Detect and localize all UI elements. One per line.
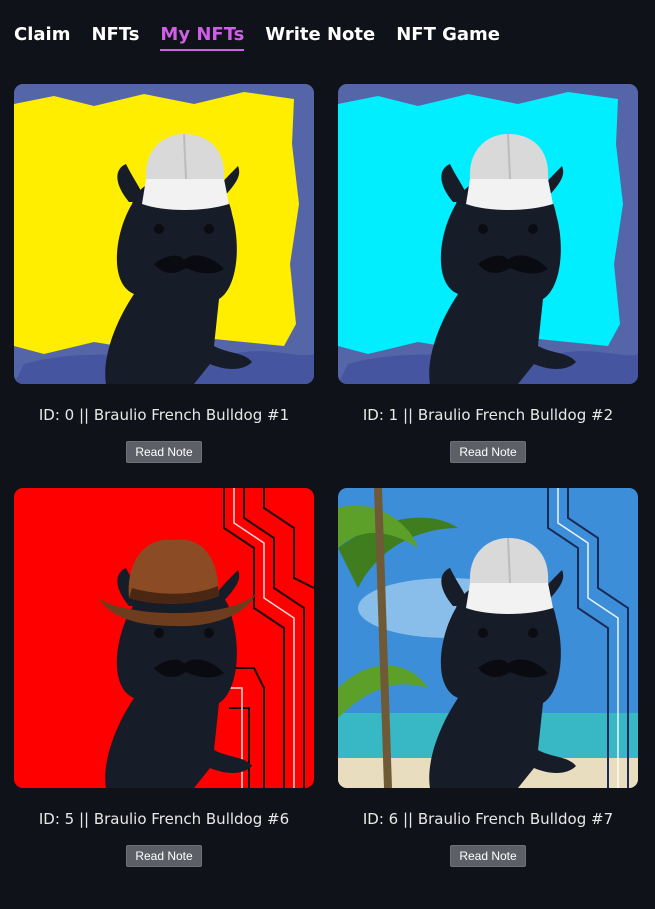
nav-nft-game[interactable]: NFT Game: [396, 22, 500, 48]
read-note-button[interactable]: Read Note: [450, 845, 526, 867]
nft-card: ID: 0 || Braulio French Bulldog #1 Read …: [14, 84, 314, 463]
nav-nfts[interactable]: NFTs: [91, 22, 139, 48]
nav-my-nfts[interactable]: My NFTs: [160, 22, 245, 51]
top-nav: Claim NFTs My NFTs Write Note NFT Game: [14, 22, 500, 51]
nft-image[interactable]: [338, 488, 638, 788]
read-note-button[interactable]: Read Note: [126, 845, 202, 867]
nft-caption: ID: 6 || Braulio French Bulldog #7: [362, 810, 614, 828]
nft-card: ID: 1 || Braulio French Bulldog #2 Read …: [338, 84, 638, 463]
nft-caption: ID: 5 || Braulio French Bulldog #6: [38, 810, 290, 828]
nft-image[interactable]: [14, 488, 314, 788]
nav-write-note[interactable]: Write Note: [265, 22, 375, 48]
nft-card: ID: 6 || Braulio French Bulldog #7 Read …: [338, 488, 638, 867]
nft-image[interactable]: [338, 84, 638, 384]
nav-claim[interactable]: Claim: [14, 22, 70, 48]
nft-image[interactable]: [14, 84, 314, 384]
read-note-button[interactable]: Read Note: [126, 441, 202, 463]
read-note-button[interactable]: Read Note: [450, 441, 526, 463]
nft-caption: ID: 1 || Braulio French Bulldog #2: [362, 406, 614, 424]
nft-caption: ID: 0 || Braulio French Bulldog #1: [38, 406, 290, 424]
nft-card: ID: 5 || Braulio French Bulldog #6 Read …: [14, 488, 314, 867]
